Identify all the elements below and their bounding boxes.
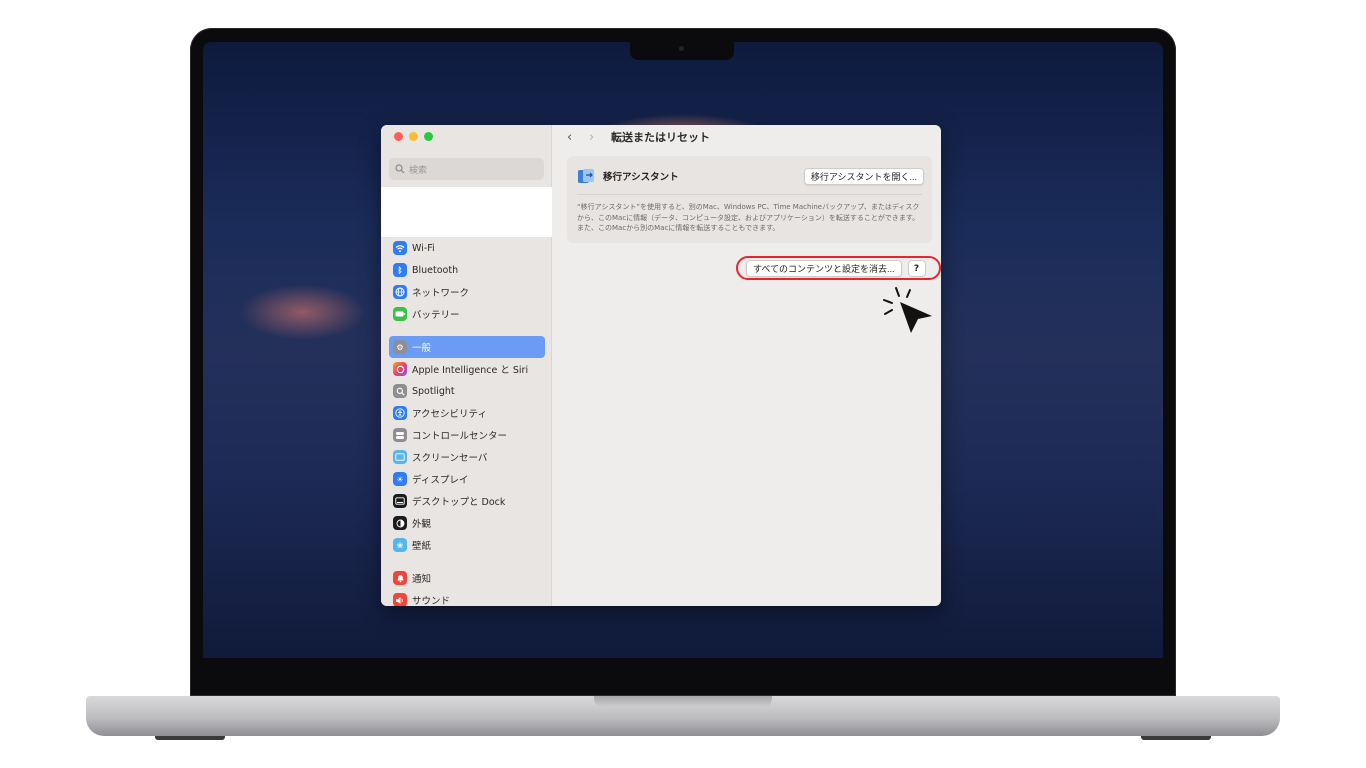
bluetooth-icon: ᛒ [393,263,407,277]
sidebar-item-battery[interactable]: バッテリー [389,303,545,325]
toolbar: ‹ › 転送またはリセット [567,128,710,146]
sidebar-item-display[interactable]: ☀ ディスプレイ [389,468,545,490]
sidebar-item-label: 通知 [412,574,432,585]
sidebar-item-apple-intelligence-siri[interactable]: Apple Intelligence と Siri [389,358,545,380]
sidebar-item-label: スクリーンセーバ [412,453,488,464]
sidebar-item-label: コントロールセンター [412,431,508,442]
sidebar-item-label: デスクトップと Dock [412,497,506,508]
wallpaper-icon: ❀ [393,538,407,552]
sidebar-item-label: Wi-Fi [412,242,435,254]
notification-icon [393,571,407,585]
sidebar-item-spotlight[interactable]: Spotlight [389,380,545,402]
laptop-foot-left [155,736,225,740]
globe-icon [393,285,407,299]
appearance-icon [393,516,407,530]
minimize-button[interactable] [409,132,418,141]
search-input[interactable]: 検索 [389,158,544,180]
system-settings-window: 検索 Wi-Fi ᛒ Bluetooth ネットワーク バッテリー ⚙ 一般 A… [381,125,941,606]
accessibility-icon [393,406,407,420]
control-center-icon [393,428,407,442]
sidebar-item-appearance[interactable]: 外観 [389,512,545,534]
page-title: 転送またはリセット [611,131,710,144]
back-chevron-icon[interactable]: ‹ [567,130,589,145]
sidebar-item-label: ディスプレイ [412,475,469,486]
click-cursor-icon [883,287,932,333]
sidebar-item-desktop-dock[interactable]: デスクトップと Dock [389,490,545,512]
sidebar-item-wallpaper[interactable]: ❀ 壁紙 [389,534,545,556]
laptop-opening-notch [594,696,772,708]
sidebar-item-general[interactable]: ⚙ 一般 [389,336,545,358]
close-button[interactable] [394,132,403,141]
screensaver-icon [393,450,407,464]
main-content: ‹ › 転送またはリセット 移行アシスタント 移行アシスタントを開く... “移… [553,125,941,606]
open-migration-assistant-button[interactable]: 移行アシスタントを開く... [803,167,924,185]
camera-notch [630,42,734,60]
wifi-icon [393,241,407,255]
siri-icon [393,362,407,376]
gear-icon: ⚙ [393,340,407,354]
sidebar-item-label: サウンド [412,596,451,606]
migration-assistant-label: 移行アシスタント [603,172,679,183]
sidebar-item-label: 外観 [412,519,432,530]
forward-chevron-icon[interactable]: › [589,130,611,145]
migration-assistant-row: 移行アシスタント 移行アシスタントを開く... [577,164,924,188]
apple-account-card[interactable] [381,187,552,237]
sidebar-item-label: 一般 [412,343,432,354]
battery-icon [393,307,407,321]
spotlight-icon [393,384,407,398]
laptop-foot-right [1141,736,1211,740]
window-controls [394,132,433,141]
sidebar-item-label: Spotlight [412,385,455,397]
sidebar-item-bluetooth[interactable]: ᛒ Bluetooth [389,259,545,281]
erase-button-highlight [736,256,941,280]
panel-divider [577,194,922,195]
sidebar-item-label: アクセシビリティ [412,409,487,420]
search-placeholder: 検索 [409,165,428,176]
sidebar-item-label: バッテリー [412,310,460,321]
sidebar-item-wifi[interactable]: Wi-Fi [389,237,545,259]
search-icon [395,164,405,174]
display-icon: ☀ [393,472,407,486]
sidebar-item-notifications[interactable]: 通知 [389,567,545,589]
sidebar-item-control-center[interactable]: コントロールセンター [389,424,545,446]
migration-assistant-description: “移行アシスタント”を使用すると、別のMac、Windows PC、Time M… [577,203,920,232]
dock-icon [393,494,407,508]
camera-icon [679,46,684,51]
sidebar-item-network[interactable]: ネットワーク [389,281,545,303]
sidebar-item-sound[interactable]: サウンド [389,589,545,606]
migration-assistant-panel: 移行アシスタント 移行アシスタントを開く... “移行アシスタント”を使用すると… [567,156,932,243]
sidebar-item-screensaver[interactable]: スクリーンセーバ [389,446,545,468]
zoom-button[interactable] [424,132,433,141]
sidebar-item-label: Apple Intelligence と Siri [412,365,529,376]
migration-assistant-icon [578,169,594,183]
sidebar-item-label: ネットワーク [412,288,470,299]
sidebar-item-label: Bluetooth [412,264,459,276]
sidebar-list: Wi-Fi ᛒ Bluetooth ネットワーク バッテリー ⚙ 一般 Appl… [389,237,545,606]
sound-icon [393,593,407,606]
sidebar: 検索 Wi-Fi ᛒ Bluetooth ネットワーク バッテリー ⚙ 一般 A… [381,125,552,606]
sidebar-item-label: 壁紙 [412,541,432,552]
sidebar-item-accessibility[interactable]: アクセシビリティ [389,402,545,424]
